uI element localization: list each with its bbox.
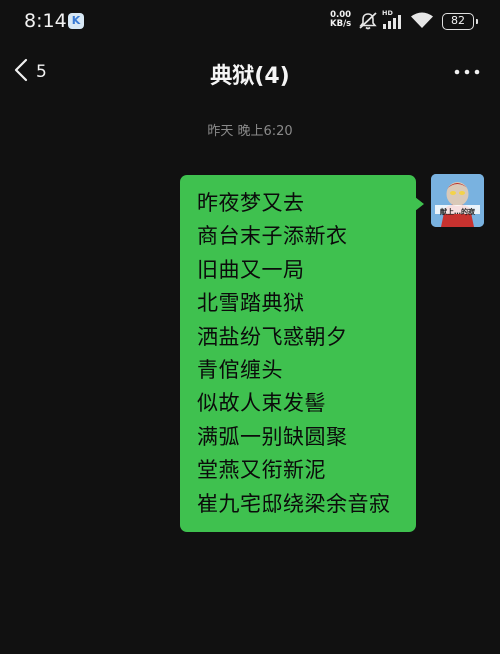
message-timestamp: 昨天 晚上6:20 bbox=[207, 124, 293, 139]
chat-screen: 8:14 K 0.00 KB/s HD 82 5 典狱(4) 昨天 晚上6:20… bbox=[0, 0, 500, 654]
avatar-image bbox=[431, 174, 484, 227]
message-list[interactable]: 昨天 晚上6:20 昨夜梦又去 商台末子添新衣 旧曲又一局 北雪踏典狱 洒盐纷飞… bbox=[0, 100, 500, 654]
message-line: 堂燕又衔新泥 bbox=[197, 458, 326, 483]
network-speed: 0.00 KB/s bbox=[330, 11, 351, 29]
chat-header: 5 典狱(4) bbox=[0, 46, 500, 100]
message-line: 北雪踏典狱 bbox=[197, 291, 305, 316]
app-notification-icon: K bbox=[68, 13, 84, 29]
message-line: 似故人束发髻 bbox=[197, 391, 326, 416]
message-line: 满弧一别缺圆聚 bbox=[197, 424, 348, 449]
battery-indicator: 82 bbox=[442, 13, 478, 30]
avatar[interactable]: 献上…的寂 bbox=[431, 174, 484, 227]
message-bubble[interactable]: 昨夜梦又去 商台末子添新衣 旧曲又一局 北雪踏典狱 洒盐纷飞惑朝夕 青倌缠头 似… bbox=[180, 175, 424, 532]
status-time: 8:14 bbox=[24, 10, 67, 32]
mute-icon bbox=[358, 12, 378, 34]
more-options-button[interactable] bbox=[452, 60, 482, 84]
status-bar: 8:14 K 0.00 KB/s HD 82 bbox=[0, 0, 500, 44]
message-line: 洒盐纷飞惑朝夕 bbox=[197, 324, 348, 349]
signal-icon: HD bbox=[382, 9, 406, 35]
message-line: 青倌缠头 bbox=[197, 358, 283, 383]
message-line: 崔九宅邸绕梁余音寂 bbox=[197, 491, 391, 516]
message-line: 昨夜梦又去 bbox=[197, 191, 305, 215]
message-line: 商台末子添新衣 bbox=[197, 224, 348, 249]
network-speed-unit: KB/s bbox=[330, 19, 352, 29]
message-line: 旧曲又一局 bbox=[197, 257, 305, 282]
chat-title: 典狱(4) bbox=[210, 64, 290, 89]
hd-label: HD bbox=[382, 9, 393, 17]
more-icon bbox=[452, 69, 482, 88]
wifi-icon bbox=[410, 12, 434, 34]
avatar-caption: 献上…的寂 bbox=[440, 208, 475, 216]
